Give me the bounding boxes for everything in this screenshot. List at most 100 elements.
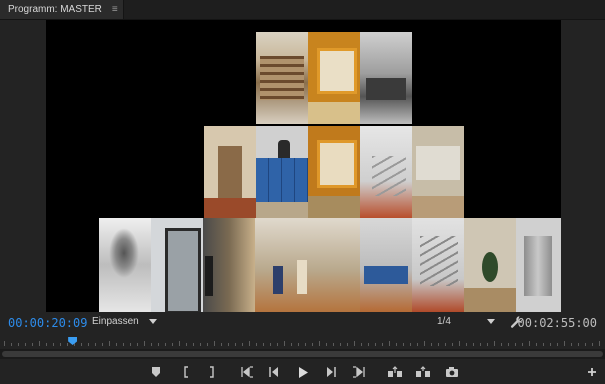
video-tile-hallway-lockers	[360, 32, 412, 124]
ruler-tick	[270, 343, 271, 346]
ruler-tick	[578, 343, 579, 346]
ruler-tick	[277, 343, 278, 346]
ruler-tick	[333, 343, 334, 346]
ruler-tick	[473, 343, 474, 346]
ruler-tick	[480, 343, 481, 346]
video-tile-glass-door	[151, 218, 203, 312]
ruler-tick	[529, 341, 530, 346]
ruler-tick	[368, 343, 369, 346]
scrollbar-thumb[interactable]	[2, 351, 603, 357]
extract-icon[interactable]	[415, 365, 431, 379]
step-back-icon[interactable]	[268, 365, 280, 379]
ruler-tick	[487, 343, 488, 346]
video-tile-stairs-rail	[412, 218, 464, 312]
ruler-tick	[375, 343, 376, 346]
go-to-out-icon[interactable]	[352, 365, 366, 379]
ruler-tick	[403, 343, 404, 346]
ruler-tick	[445, 343, 446, 346]
panel-header: Programm: MASTER ≡	[0, 0, 605, 20]
ruler-tick	[438, 343, 439, 346]
step-forward-icon[interactable]	[325, 365, 337, 379]
video-tile-library	[256, 32, 308, 124]
tab-title: Programm: MASTER	[8, 4, 102, 15]
ruler-tick	[67, 343, 68, 346]
current-timecode[interactable]: 00:00:20:09	[8, 316, 87, 330]
ruler-tick	[172, 343, 173, 346]
video-tile-window-orange	[308, 32, 360, 124]
resolution-dropdown[interactable]: 1/4	[437, 316, 495, 327]
play-icon[interactable]	[297, 365, 309, 379]
ruler-tick	[165, 343, 166, 346]
ruler-tick	[494, 341, 495, 346]
ruler-tick	[88, 343, 89, 346]
ruler-tick	[305, 343, 306, 346]
ruler-tick	[459, 341, 460, 346]
ruler-tick	[312, 343, 313, 346]
video-tile-plant	[464, 218, 516, 312]
video-tile-blue-bench	[360, 218, 412, 312]
lift-icon[interactable]	[387, 365, 403, 379]
fit-dropdown-label: Einpassen	[92, 316, 139, 327]
time-ruler[interactable]	[0, 336, 605, 348]
monitor-controls-row: 00:00:20:09 Einpassen 1/4 00:02:55:00	[0, 312, 605, 334]
ruler-tick	[102, 343, 103, 346]
go-to-in-icon[interactable]	[240, 365, 254, 379]
ruler-tick	[522, 343, 523, 346]
ruler-tick	[564, 341, 565, 346]
ruler-tick	[95, 343, 96, 346]
ruler-tick	[466, 343, 467, 346]
ruler-tick	[263, 343, 264, 346]
zoom-scrollbar[interactable]	[0, 349, 605, 359]
fit-dropdown[interactable]: Einpassen	[92, 316, 157, 327]
ruler-tick	[424, 341, 425, 346]
hamburger-menu-icon[interactable]: ≡	[112, 4, 118, 15]
export-frame-icon[interactable]	[445, 365, 459, 379]
ruler-tick	[4, 341, 5, 346]
ruler-tick	[508, 343, 509, 346]
program-monitor-area	[0, 20, 605, 312]
video-tile-students-hall	[255, 218, 360, 312]
ruler-tick	[137, 343, 138, 346]
ruler-tick	[515, 343, 516, 346]
ruler-tick	[123, 343, 124, 346]
ruler-tick	[158, 343, 159, 346]
ruler-tick	[536, 343, 537, 346]
tab-program-monitor[interactable]: Programm: MASTER ≡	[0, 0, 124, 19]
add-marker-icon[interactable]	[150, 365, 162, 379]
ruler-tick	[417, 343, 418, 346]
ruler-tick	[340, 343, 341, 346]
ruler-tick	[382, 343, 383, 346]
ruler-tick	[452, 343, 453, 346]
mark-in-icon[interactable]	[180, 365, 192, 379]
ruler-tick	[11, 343, 12, 346]
ruler-tick	[46, 343, 47, 346]
ruler-tick	[592, 343, 593, 346]
ruler-tick	[249, 341, 250, 346]
ruler-tick	[193, 343, 194, 346]
ruler-tick	[39, 341, 40, 346]
ruler-tick	[242, 343, 243, 346]
ruler-tick	[214, 341, 215, 346]
video-tile-corridor-person	[203, 218, 255, 312]
ruler-tick	[116, 343, 117, 346]
ruler-tick	[235, 343, 236, 346]
ruler-tick	[291, 343, 292, 346]
video-tile-wall-panel	[412, 126, 464, 218]
ruler-tick	[25, 343, 26, 346]
ruler-tick	[186, 343, 187, 346]
resolution-dropdown-label: 1/4	[437, 316, 451, 327]
mark-out-icon[interactable]	[206, 365, 218, 379]
ruler-tick	[550, 343, 551, 346]
transport-controls	[0, 361, 605, 384]
ruler-tick	[284, 341, 285, 346]
ruler-tick	[354, 341, 355, 346]
ruler-tick	[60, 343, 61, 346]
button-editor-icon[interactable]	[586, 365, 598, 379]
ruler-tick	[53, 343, 54, 346]
ruler-tick	[396, 343, 397, 346]
ruler-tick	[543, 343, 544, 346]
video-tile-blue-lockers	[256, 126, 308, 218]
ruler-tick	[389, 341, 390, 346]
ruler-tick	[18, 343, 19, 346]
chevron-down-icon	[486, 319, 495, 324]
